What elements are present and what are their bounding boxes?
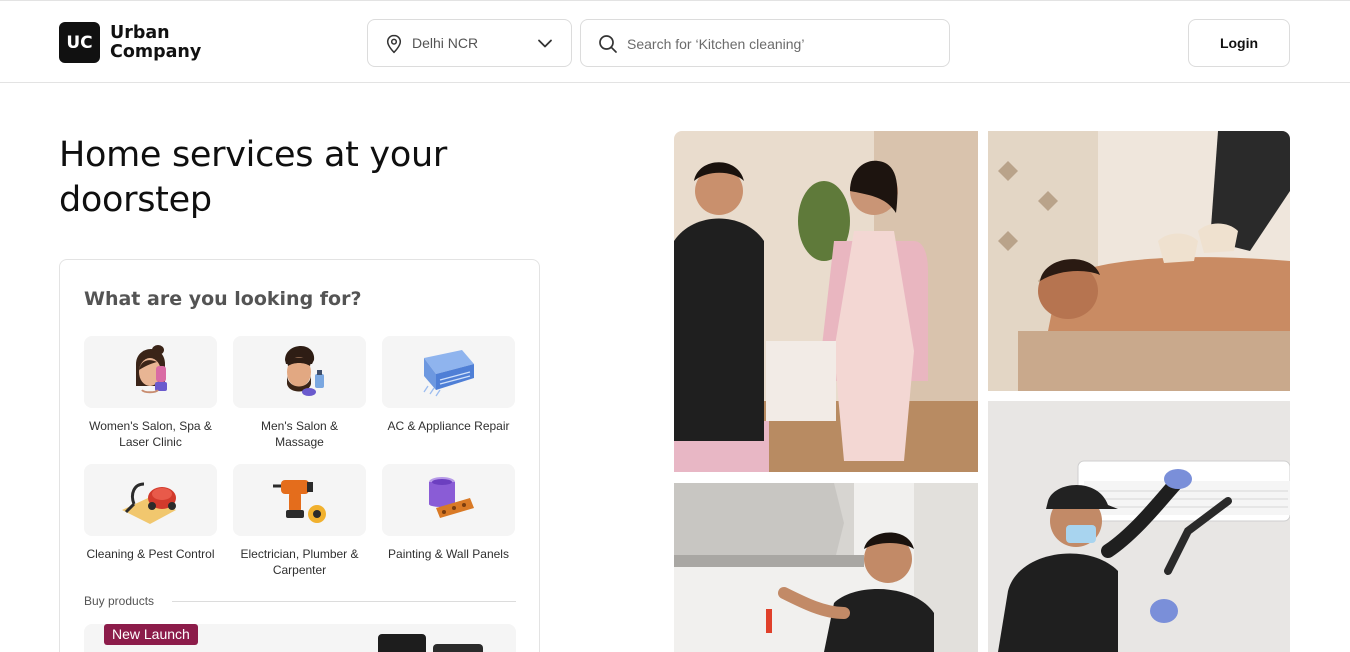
- uc-logo-mark: UC: [59, 22, 100, 63]
- search-icon: [599, 35, 617, 53]
- logo-line-2: Company: [110, 41, 202, 62]
- search-input[interactable]: [627, 32, 937, 56]
- location-value: Delhi NCR: [412, 35, 479, 51]
- category-painting[interactable]: Painting & Wall Panels: [382, 464, 515, 562]
- login-button[interactable]: Login: [1188, 19, 1290, 67]
- vacuum-cleaner-icon: [122, 482, 176, 524]
- service-finder-card: What are you looking for? Women's Salon,…: [59, 259, 540, 652]
- buy-products-label: Buy products: [84, 594, 155, 608]
- man-face-icon: [285, 346, 324, 396]
- new-launch-badge: New Launch: [104, 624, 198, 645]
- urban-company-logo[interactable]: UC Urban Company: [59, 22, 201, 63]
- top-header: UC Urban Company Delhi NCR Login: [0, 0, 1350, 83]
- logo-line-1: Urban: [110, 22, 170, 43]
- hero-image-electrician: [674, 483, 978, 652]
- category-tile: [382, 336, 515, 408]
- hero-title: Home services at your doorstep: [59, 135, 447, 220]
- product-image: [378, 634, 426, 652]
- category-ac-repair[interactable]: AC & Appliance Repair: [382, 336, 515, 434]
- category-cleaning[interactable]: Cleaning & Pest Control: [84, 464, 217, 562]
- hero-image-ac-service: [988, 401, 1290, 652]
- divider: [172, 601, 516, 602]
- product-image: [433, 644, 483, 652]
- category-label: Cleaning & Pest Control: [86, 547, 215, 561]
- ac-unit-icon: [423, 350, 474, 397]
- category-mens-salon[interactable]: Men's Salon & Massage: [233, 336, 366, 450]
- category-label: Electrician, Plumber & Carpenter: [240, 547, 359, 577]
- category-womens-salon[interactable]: Women's Salon, Spa & Laser Clinic: [84, 336, 217, 450]
- category-tile: [233, 464, 366, 536]
- location-selector[interactable]: Delhi NCR: [367, 19, 572, 67]
- category-label: Men's Salon & Massage: [261, 419, 338, 449]
- woman-face-icon: [136, 345, 167, 394]
- category-tile: [233, 336, 366, 408]
- hero-image-facial-service: [674, 131, 978, 472]
- hero-image-massage: [988, 131, 1290, 391]
- category-tile: [84, 336, 217, 408]
- chevron-down-icon: [538, 39, 552, 48]
- paint-bucket-icon: [429, 477, 474, 518]
- category-tile: [84, 464, 217, 536]
- location-pin-icon: [386, 34, 402, 54]
- new-launch-promo[interactable]: New Launch: [84, 624, 516, 652]
- category-label: AC & Appliance Repair: [387, 419, 510, 433]
- category-electrician[interactable]: Electrician, Plumber & Carpenter: [233, 464, 366, 578]
- category-label: Women's Salon, Spa & Laser Clinic: [89, 419, 212, 449]
- search-bar: [580, 19, 950, 67]
- category-tile: [382, 464, 515, 536]
- drill-icon: [273, 480, 326, 523]
- finder-title: What are you looking for?: [84, 288, 362, 310]
- category-label: Painting & Wall Panels: [388, 547, 509, 561]
- logo-wordmark: Urban Company: [110, 22, 202, 62]
